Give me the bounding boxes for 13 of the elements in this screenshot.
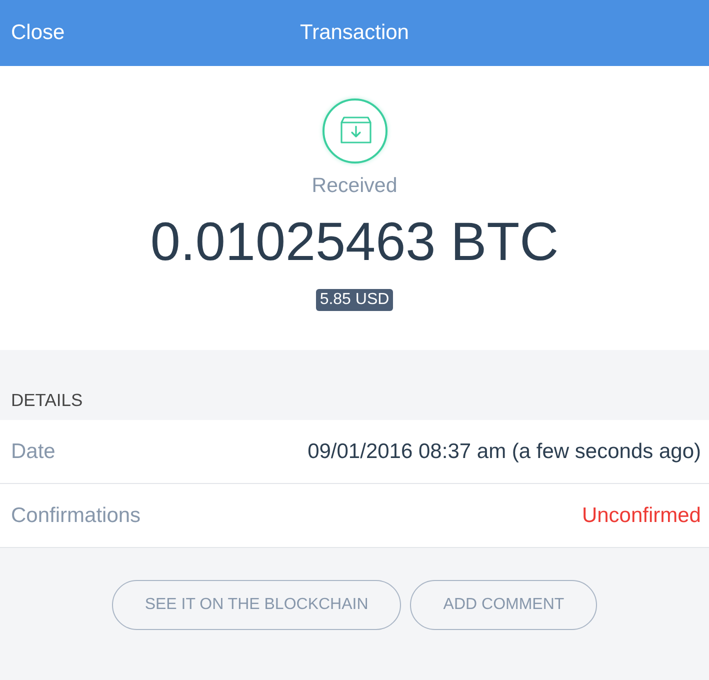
status-label: Received: [312, 174, 398, 198]
detail-value: Unconfirmed: [582, 504, 701, 528]
blockchain-link-button[interactable]: SEE IT ON THE BLOCKCHAIN: [112, 580, 402, 630]
add-comment-button[interactable]: ADD COMMENT: [410, 580, 598, 630]
window-title: Transaction: [300, 21, 409, 45]
box-arrow-down-icon: [322, 98, 388, 164]
section-heading: DETAILS: [10, 390, 84, 410]
close-button[interactable]: Close: [11, 21, 65, 45]
fiat-value-badge: 5.85 USD: [316, 289, 394, 311]
detail-label: Date: [11, 440, 56, 464]
detail-label: Confirmations: [11, 504, 141, 528]
amount-text: 0.01025463 BTC: [150, 212, 559, 272]
detail-value: 09/01/2016 08:37 am (a few seconds ago): [308, 440, 701, 464]
